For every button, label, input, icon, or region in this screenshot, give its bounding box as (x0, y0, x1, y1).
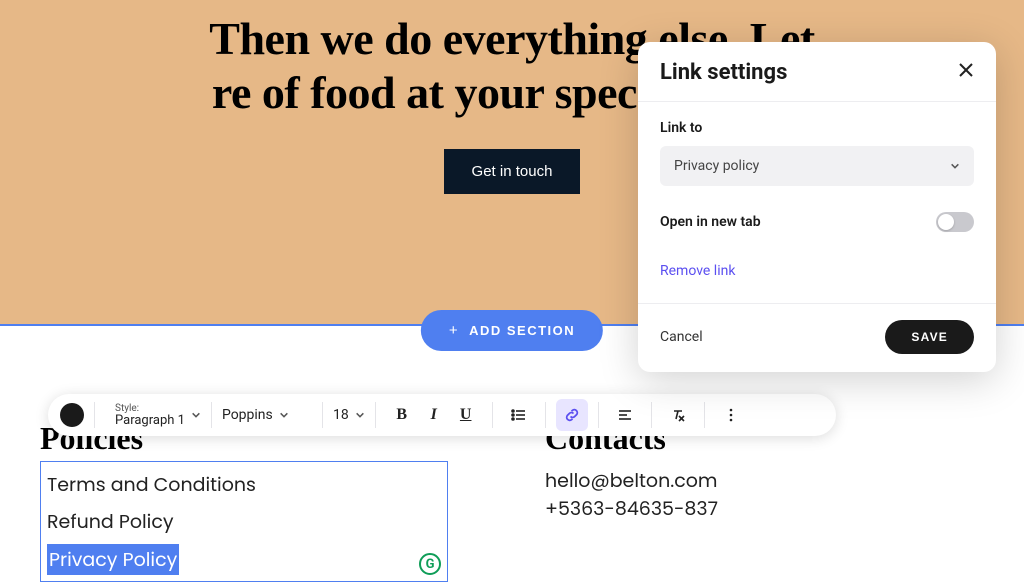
align-button[interactable] (609, 399, 641, 431)
contact-email: hello@belton.com (545, 467, 718, 495)
close-button[interactable] (958, 62, 974, 83)
chevron-down-icon (279, 410, 289, 420)
plus-icon: + (449, 322, 459, 339)
selected-text: Privacy Policy (47, 544, 179, 575)
modal-body: Link to Privacy policy Open in new tab R… (638, 102, 996, 303)
text-color-swatch[interactable] (60, 403, 84, 427)
toolbar-separator (94, 402, 95, 428)
font-size-dropdown[interactable]: 18 (333, 407, 365, 423)
link-settings-modal: Link settings Link to Privacy policy Ope… (638, 42, 996, 372)
list-icon (511, 407, 527, 423)
close-icon (958, 62, 974, 78)
policies-column: Policies Terms and Conditions Refund Pol… (40, 420, 450, 582)
italic-button[interactable]: I (418, 399, 450, 431)
more-options-button[interactable] (715, 399, 747, 431)
toolbar-separator (375, 402, 376, 428)
toggle-knob (938, 214, 954, 230)
list-button[interactable] (503, 399, 535, 431)
font-value: Poppins (222, 407, 273, 423)
toolbar-separator (704, 402, 705, 428)
toolbar-separator (211, 402, 212, 428)
editable-text-block[interactable]: Terms and Conditions Refund Policy Priva… (40, 461, 448, 582)
toolbar-separator (322, 402, 323, 428)
link-to-dropdown[interactable]: Privacy policy (660, 146, 974, 186)
clear-format-icon (670, 407, 686, 423)
underline-button[interactable]: U (450, 399, 482, 431)
policy-link[interactable]: Refund Policy (41, 503, 447, 540)
font-dropdown[interactable]: Poppins (222, 407, 312, 423)
clear-format-button[interactable] (662, 399, 694, 431)
open-new-tab-label: Open in new tab (660, 214, 761, 230)
grammarly-icon[interactable]: G (419, 553, 441, 575)
style-dropdown[interactable]: Style: Paragraph 1 (105, 404, 201, 427)
add-section-button[interactable]: + ADD SECTION (421, 310, 603, 351)
policy-link[interactable]: Privacy Policy (41, 540, 447, 579)
remove-link-button[interactable]: Remove link (660, 263, 735, 279)
toolbar-separator (598, 402, 599, 428)
contacts-column: Contacts hello@belton.com +5363-84635-83… (545, 420, 718, 582)
link-button[interactable] (556, 399, 588, 431)
footer-columns: Policies Terms and Conditions Refund Pol… (40, 420, 984, 582)
bold-button[interactable]: B (386, 399, 418, 431)
style-value: Paragraph 1 (115, 414, 185, 427)
toolbar-separator (651, 402, 652, 428)
modal-title: Link settings (660, 60, 787, 85)
modal-footer: Cancel SAVE (638, 303, 996, 372)
align-left-icon (617, 407, 633, 423)
policy-link[interactable]: Terms and Conditions (41, 466, 447, 503)
text-format-toolbar: Style: Paragraph 1 Poppins 18 B I U (48, 394, 836, 436)
size-value: 18 (333, 407, 349, 423)
chevron-down-icon (355, 410, 365, 420)
link-icon (564, 407, 580, 423)
toolbar-separator (492, 402, 493, 428)
more-vertical-icon (723, 407, 739, 423)
chevron-down-icon (191, 410, 201, 420)
chevron-down-icon (950, 161, 960, 171)
add-section-label: ADD SECTION (469, 323, 575, 338)
link-to-value: Privacy policy (674, 158, 759, 174)
contact-phone: +5363-84635-837 (545, 495, 718, 523)
modal-header: Link settings (638, 42, 996, 102)
save-button[interactable]: SAVE (885, 320, 974, 354)
link-to-label: Link to (660, 120, 974, 136)
toolbar-separator (545, 402, 546, 428)
open-new-tab-toggle[interactable] (936, 212, 974, 232)
cancel-button[interactable]: Cancel (660, 329, 703, 345)
style-label: Style: (115, 404, 185, 414)
get-in-touch-button[interactable]: Get in touch (444, 149, 581, 194)
open-new-tab-row: Open in new tab (660, 212, 974, 232)
